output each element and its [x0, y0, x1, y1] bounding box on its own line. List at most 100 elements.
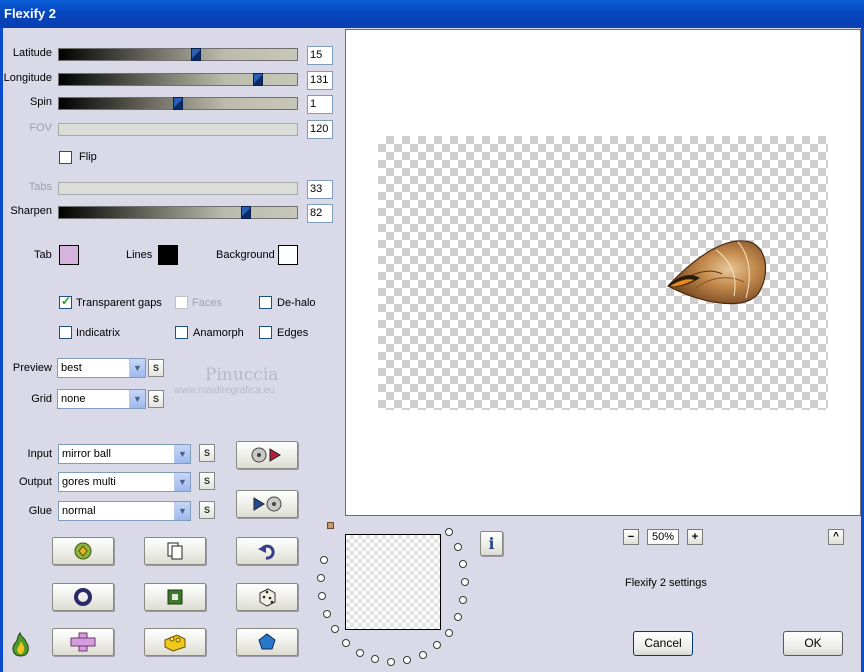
rotation-dial-dot[interactable] [461, 578, 469, 586]
info-icon: i [488, 534, 495, 553]
ring-button[interactable] [52, 583, 114, 611]
cancel-button[interactable]: Cancel [633, 631, 693, 656]
output-s-button[interactable]: S [199, 472, 215, 490]
grid-select-value: none [61, 393, 86, 405]
glue-s-button[interactable]: S [199, 501, 215, 519]
spin-slider-thumb[interactable] [173, 97, 183, 110]
sharpen-input[interactable]: 82 [307, 204, 333, 223]
copy-button[interactable] [144, 537, 206, 565]
indicatrix-label: Indicatrix [76, 327, 121, 339]
edges-checkbox[interactable] [259, 326, 272, 339]
fov-input[interactable]: 120 [307, 120, 333, 139]
pentagon-button[interactable] [236, 628, 298, 656]
rotation-dial-dot[interactable] [387, 658, 395, 666]
latitude-input[interactable]: 15 [307, 46, 333, 65]
cross-icon [70, 632, 96, 652]
transparent-gaps-checkbox[interactable]: ✓ [59, 294, 72, 309]
anamorph-checkbox[interactable] [175, 326, 188, 339]
dehalo-checkbox[interactable] [259, 296, 272, 309]
spin-input[interactable]: 1 [307, 95, 333, 114]
grid-s-button[interactable]: S [148, 390, 164, 408]
zoom-out-button[interactable]: − [623, 529, 639, 545]
grid-select[interactable]: none ▼ [57, 389, 146, 409]
zoom-in-button[interactable]: + [687, 529, 703, 545]
square-icon [167, 589, 183, 605]
tab-color-label: Tab [34, 249, 52, 261]
background-color-label: Background [216, 249, 275, 261]
fov-slider [58, 123, 298, 136]
spin-slider[interactable] [58, 97, 298, 110]
rotation-dial-dot[interactable] [454, 543, 462, 551]
rotation-dial-dot[interactable] [445, 629, 453, 637]
glue-label: Glue [28, 505, 52, 517]
preview-label: Preview [12, 362, 52, 374]
longitude-input[interactable]: 131 [307, 71, 333, 90]
lines-color-swatch[interactable] [158, 245, 178, 265]
copy-icon [167, 542, 183, 560]
glue-select[interactable]: normal ▼ [58, 501, 191, 521]
rotation-dial-dot[interactable] [454, 613, 462, 621]
rotation-dial-dot[interactable] [356, 649, 364, 657]
randomize-button[interactable] [52, 537, 114, 565]
brick-button[interactable] [144, 628, 206, 656]
undo-icon [258, 544, 275, 560]
anamorph-label: Anamorph [193, 327, 244, 339]
dice-button[interactable] [236, 583, 298, 611]
indicatrix-checkbox[interactable] [59, 326, 72, 339]
preview-s-button[interactable]: S [148, 359, 164, 377]
chevron-down-icon: ▼ [174, 502, 190, 520]
rotation-dial-dot[interactable] [320, 556, 328, 564]
faces-label: Faces [192, 297, 222, 309]
disc-to-arrow-icon [251, 447, 281, 463]
output-select[interactable]: gores multi ▼ [58, 472, 191, 492]
wood-shape-icon [667, 240, 767, 305]
pentagon-icon [258, 633, 276, 650]
rotation-dial-dot[interactable] [459, 596, 467, 604]
flaming-pear-icon [8, 630, 34, 661]
longitude-slider-thumb[interactable] [253, 73, 263, 86]
thumbnail-preview[interactable] [345, 534, 441, 630]
navigator-handle[interactable] [327, 522, 334, 529]
rotation-dial-dot[interactable] [318, 592, 326, 600]
ok-button[interactable]: OK [783, 631, 843, 656]
rotation-dial-dot[interactable] [403, 656, 411, 664]
info-button[interactable]: i [480, 531, 503, 556]
output-label: Output [18, 476, 52, 488]
input-to-output-button[interactable] [236, 441, 298, 469]
cross-button[interactable] [52, 628, 114, 656]
latitude-slider[interactable] [58, 48, 298, 61]
window-title: Flexify 2 [0, 0, 864, 28]
collapse-button[interactable]: ^ [828, 529, 844, 545]
rotation-dial-dot[interactable] [323, 610, 331, 618]
rotation-dial-dot[interactable] [419, 651, 427, 659]
square-button[interactable] [144, 583, 206, 611]
rotation-dial-dot[interactable] [433, 641, 441, 649]
input-select[interactable]: mirror ball ▼ [58, 444, 191, 464]
background-color-swatch[interactable] [278, 245, 298, 265]
latitude-slider-thumb[interactable] [191, 48, 201, 61]
preview-canvas[interactable] [345, 29, 861, 516]
undo-button[interactable] [236, 537, 298, 565]
rotation-dial-dot[interactable] [331, 625, 339, 633]
tab-color-swatch[interactable] [59, 245, 79, 265]
input-select-value: mirror ball [62, 448, 111, 460]
transparent-gaps-label: Transparent gaps [76, 297, 162, 309]
rotation-dial-dot[interactable] [371, 655, 379, 663]
watermark-name: Pinuccia [205, 365, 279, 385]
sharpen-slider[interactable] [58, 206, 298, 219]
tabs-input[interactable]: 33 [307, 180, 333, 199]
output-to-input-button[interactable] [236, 490, 298, 518]
rotation-dial-dot[interactable] [342, 639, 350, 647]
chevron-down-icon: ▼ [129, 390, 145, 408]
sharpen-slider-thumb[interactable] [241, 206, 251, 219]
fov-label: FOV [29, 122, 52, 134]
rotation-dial-dot[interactable] [445, 528, 453, 536]
preview-select[interactable]: best ▼ [57, 358, 146, 378]
rotation-dial-dot[interactable] [459, 560, 467, 568]
rotation-dial-dot[interactable] [317, 574, 325, 582]
flip-checkbox[interactable] [59, 151, 72, 164]
ring-icon [74, 588, 92, 606]
longitude-slider[interactable] [58, 73, 298, 86]
input-s-button[interactable]: S [199, 444, 215, 462]
settings-label: Flexify 2 settings [625, 577, 707, 589]
